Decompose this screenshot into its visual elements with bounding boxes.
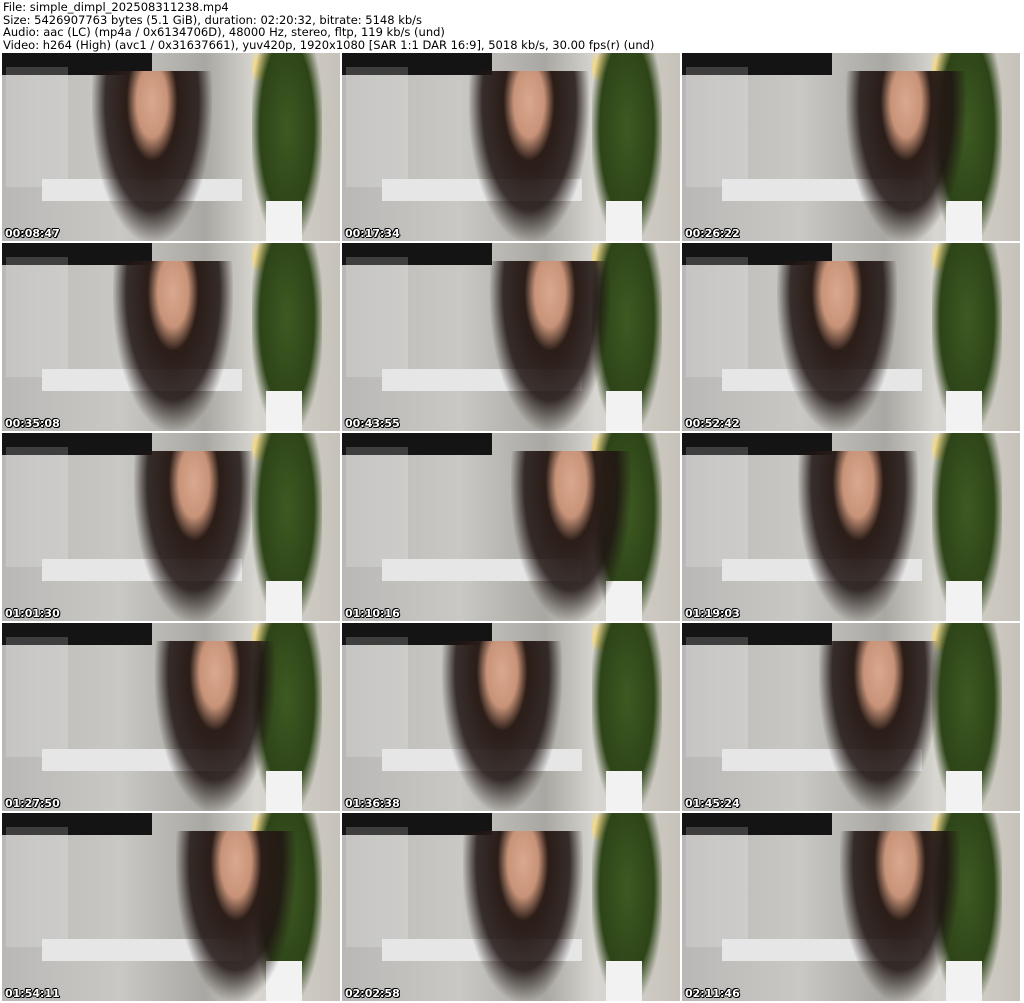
video-thumbnail: 00:35:08: [2, 243, 340, 431]
tip-menu-overlay: [346, 637, 408, 757]
plant-pot: [946, 391, 982, 431]
timestamp: 01:19:03: [685, 607, 740, 620]
video-thumbnail: 00:08:47: [2, 53, 340, 241]
tip-menu-overlay: [686, 827, 748, 947]
person: [176, 831, 296, 1001]
person: [92, 71, 212, 241]
video-thumbnail: 01:01:30: [2, 433, 340, 621]
tip-menu-overlay: [6, 637, 68, 757]
timestamp: 01:10:16: [345, 607, 400, 620]
tip-menu-overlay: [346, 257, 408, 377]
plant-pot: [946, 771, 982, 811]
thumbnail-grid: 00:08:47 00:17:34 00:26:22 00:35:08 00:43:55…: [2, 53, 1020, 1001]
video-thumbnail: 01:10:16: [342, 433, 680, 621]
timestamp: 01:27:50: [5, 797, 60, 810]
video-thumbnail: 01:27:50: [2, 623, 340, 811]
video-thumbnail: 01:36:38: [342, 623, 680, 811]
person: [511, 451, 631, 621]
person: [463, 831, 583, 1001]
file-info: File: simple_dimpl_202508311238.mp4 Size:…: [3, 1, 654, 51]
plant-pot: [266, 391, 302, 431]
person: [819, 641, 939, 811]
person: [113, 261, 233, 431]
person: [777, 261, 897, 431]
timestamp: 00:08:47: [5, 227, 60, 240]
tip-menu-overlay: [6, 447, 68, 567]
tip-menu-overlay: [6, 827, 68, 947]
plant-pot: [606, 391, 642, 431]
video-thumbnail: 00:17:34: [342, 53, 680, 241]
person: [798, 451, 918, 621]
tip-menu-overlay: [6, 257, 68, 377]
person: [846, 71, 966, 241]
video-thumbnail: 00:43:55: [342, 243, 680, 431]
timestamp: 00:17:34: [345, 227, 400, 240]
plant-pot: [606, 771, 642, 811]
person: [134, 451, 254, 621]
tip-menu-overlay: [686, 637, 748, 757]
person: [469, 71, 589, 241]
plant-pot: [946, 581, 982, 621]
timestamp: 01:54:11: [5, 987, 60, 1000]
video-thumbnail: 01:19:03: [682, 433, 1020, 621]
timestamp: 01:36:38: [345, 797, 400, 810]
tip-menu-overlay: [686, 447, 748, 567]
tip-menu-overlay: [346, 447, 408, 567]
person: [490, 261, 610, 431]
tip-menu-overlay: [346, 67, 408, 187]
timestamp: 02:02:58: [345, 987, 400, 1000]
plant-pot: [266, 581, 302, 621]
person: [442, 641, 562, 811]
video-info: Video: h264 (High) (avc1 / 0x31637661), …: [3, 37, 655, 52]
video-thumbnail: 01:45:24: [682, 623, 1020, 811]
video-thumbnail: 00:52:42: [682, 243, 1020, 431]
plant-pot: [606, 961, 642, 1001]
file-name: File: simple_dimpl_202508311238.mp4: [3, 0, 229, 14]
timestamp: 00:43:55: [345, 417, 400, 430]
timestamp: 01:45:24: [685, 797, 740, 810]
tip-menu-overlay: [686, 67, 748, 187]
plant-pot: [606, 201, 642, 241]
video-thumbnail: 01:54:11: [2, 813, 340, 1001]
timestamp: 02:11:46: [685, 987, 740, 1000]
person: [840, 831, 960, 1001]
timestamp: 00:26:22: [685, 227, 740, 240]
tip-menu-overlay: [686, 257, 748, 377]
timestamp: 00:52:42: [685, 417, 740, 430]
tip-menu-overlay: [6, 67, 68, 187]
video-thumbnail: 02:11:46: [682, 813, 1020, 1001]
person: [155, 641, 275, 811]
video-thumbnail: 02:02:58: [342, 813, 680, 1001]
video-thumbnail: 00:26:22: [682, 53, 1020, 241]
timestamp: 00:35:08: [5, 417, 60, 430]
audio-info: Audio: aac (LC) (mp4a / 0x6134706D), 480…: [3, 25, 445, 39]
plant-pot: [266, 201, 302, 241]
timestamp: 01:01:30: [5, 607, 60, 620]
tip-menu-overlay: [346, 827, 408, 947]
